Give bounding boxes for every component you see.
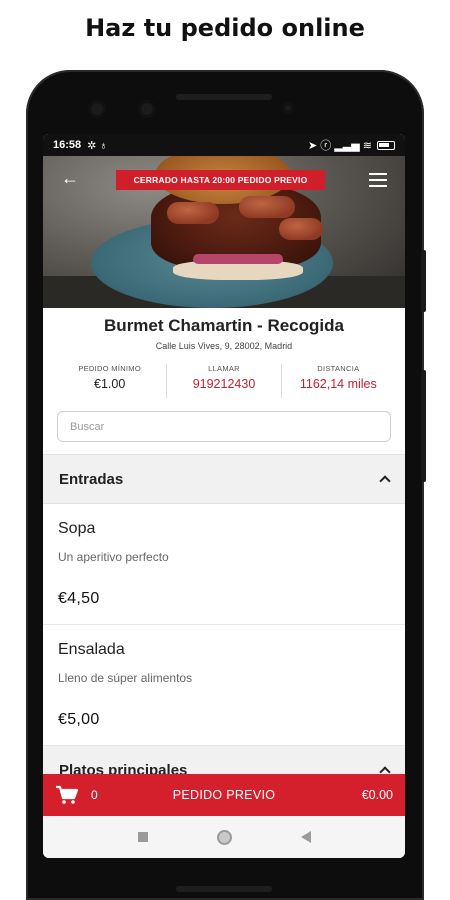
signal-wifi-icon: ➤ ⓡ ▂▃▅ ≋ [308, 140, 372, 152]
cart-bar[interactable]: 0 PEDIDO PREVIO €0.00 [43, 774, 405, 816]
volume-button [421, 250, 426, 312]
restaurant-name: Burmet Chamartin - Recogida [104, 316, 344, 335]
chevron-up-icon[interactable] [379, 474, 389, 484]
front-sensor [138, 100, 156, 118]
item-description: Lleno de súper alimentos [58, 671, 193, 685]
closed-status-banner: CERRADO HASTA 20:00 PEDIDO PREVIO [116, 170, 325, 190]
item-name: Ensalada [58, 641, 125, 658]
system-icons: ➤ ⓡ ▂▃▅ ≋ [308, 137, 395, 153]
item-name: Sopa [58, 520, 96, 537]
phone-number-link[interactable]: 919212430 [167, 377, 280, 391]
back-triangle-icon[interactable] [300, 831, 311, 843]
sausage [167, 202, 219, 224]
sausage [239, 196, 295, 218]
distance-label: DISTANCIA [317, 364, 360, 373]
hero-image: ← CERRADO HASTA 20:00 PEDIDO PREVIO [43, 156, 405, 308]
status-time: 16:58 [53, 139, 82, 151]
section-title: Entradas [59, 470, 124, 488]
notification-icons: ✲ ♁ [87, 139, 108, 152]
menu-item[interactable]: Sopa Un aperitivo perfecto €4,50 [43, 504, 405, 625]
cart-total: €0.00 [361, 788, 393, 802]
restaurant-address: Calle Luis Vives, 9, 28002, Madrid [155, 341, 293, 351]
red-onion [193, 254, 283, 264]
status-bar: 16:58 ✲ ♁ ➤ ⓡ ▂▃▅ ≋ [43, 134, 405, 156]
recents-icon[interactable] [137, 832, 148, 842]
item-price: €4,50 [58, 590, 100, 607]
min-order-info: PEDIDO MÍNIMO €1.00 [53, 364, 168, 398]
distance-value: 1162,14 miles [299, 377, 377, 391]
menu-item[interactable]: Ensalada Lleno de súper alimentos €5,00 [43, 625, 405, 746]
restaurant-info-row: PEDIDO MÍNIMO €1.00 LLAMAR 919212430 DIS… [53, 364, 395, 398]
call-label: LLAMAR [208, 364, 240, 373]
min-order-value: €1.00 [94, 377, 126, 391]
section-header-entradas[interactable]: Entradas [43, 454, 405, 504]
battery-icon [377, 140, 395, 150]
power-button [421, 370, 426, 482]
call-info[interactable]: LLAMAR 919212430 [167, 364, 282, 398]
search-input[interactable] [57, 411, 391, 442]
min-order-label: PEDIDO MÍNIMO [78, 364, 141, 373]
bottom-speaker [176, 886, 272, 892]
sausage [279, 218, 323, 240]
front-camera [88, 100, 106, 118]
page-headline: Haz tu pedido online [85, 14, 365, 42]
app-screen: 16:58 ✲ ♁ ➤ ⓡ ▂▃▅ ≋ ← CERRADO HASTA 20:0… [43, 134, 405, 858]
proximity-sensor [282, 102, 294, 114]
back-arrow-icon[interactable]: ← [61, 168, 79, 189]
android-nav-bar [43, 816, 405, 858]
earpiece-speaker [176, 94, 272, 100]
hamburger-menu-icon[interactable] [369, 173, 387, 187]
distance-info: DISTANCIA 1162,14 miles [282, 364, 395, 398]
preorder-button[interactable]: PEDIDO PREVIO [43, 788, 405, 802]
home-icon[interactable] [216, 829, 232, 845]
item-price: €5,00 [58, 711, 100, 728]
item-description: Un aperitivo perfecto [58, 550, 169, 564]
